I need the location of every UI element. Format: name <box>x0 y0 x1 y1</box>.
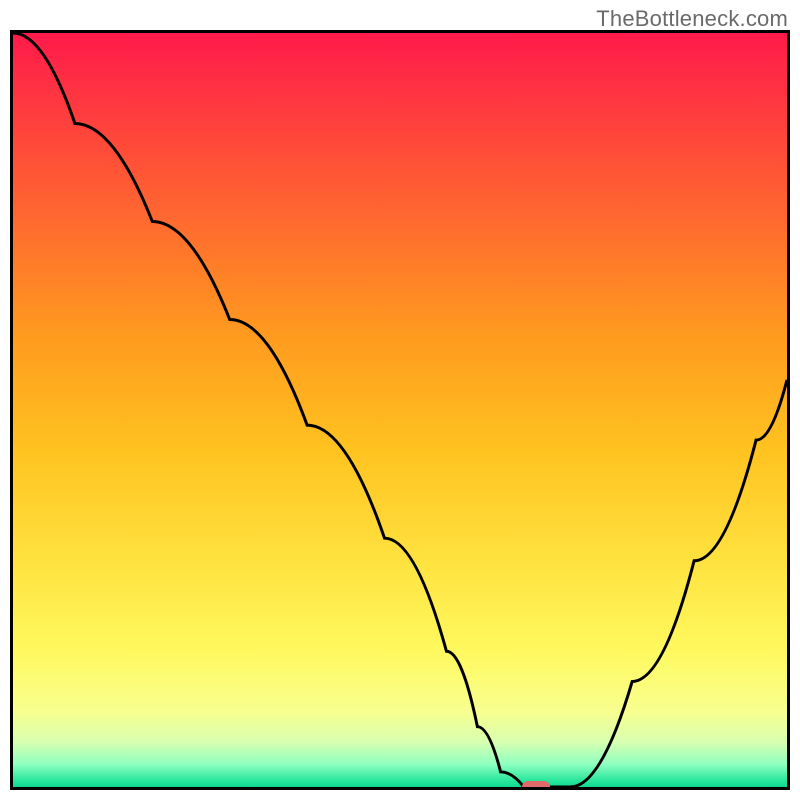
optimum-marker <box>522 781 550 790</box>
chart-container: TheBottleneck.com <box>0 0 800 800</box>
curve-path <box>13 33 787 787</box>
watermark-text: TheBottleneck.com <box>596 6 788 32</box>
bottleneck-curve <box>13 33 787 787</box>
plot-area <box>10 30 790 790</box>
